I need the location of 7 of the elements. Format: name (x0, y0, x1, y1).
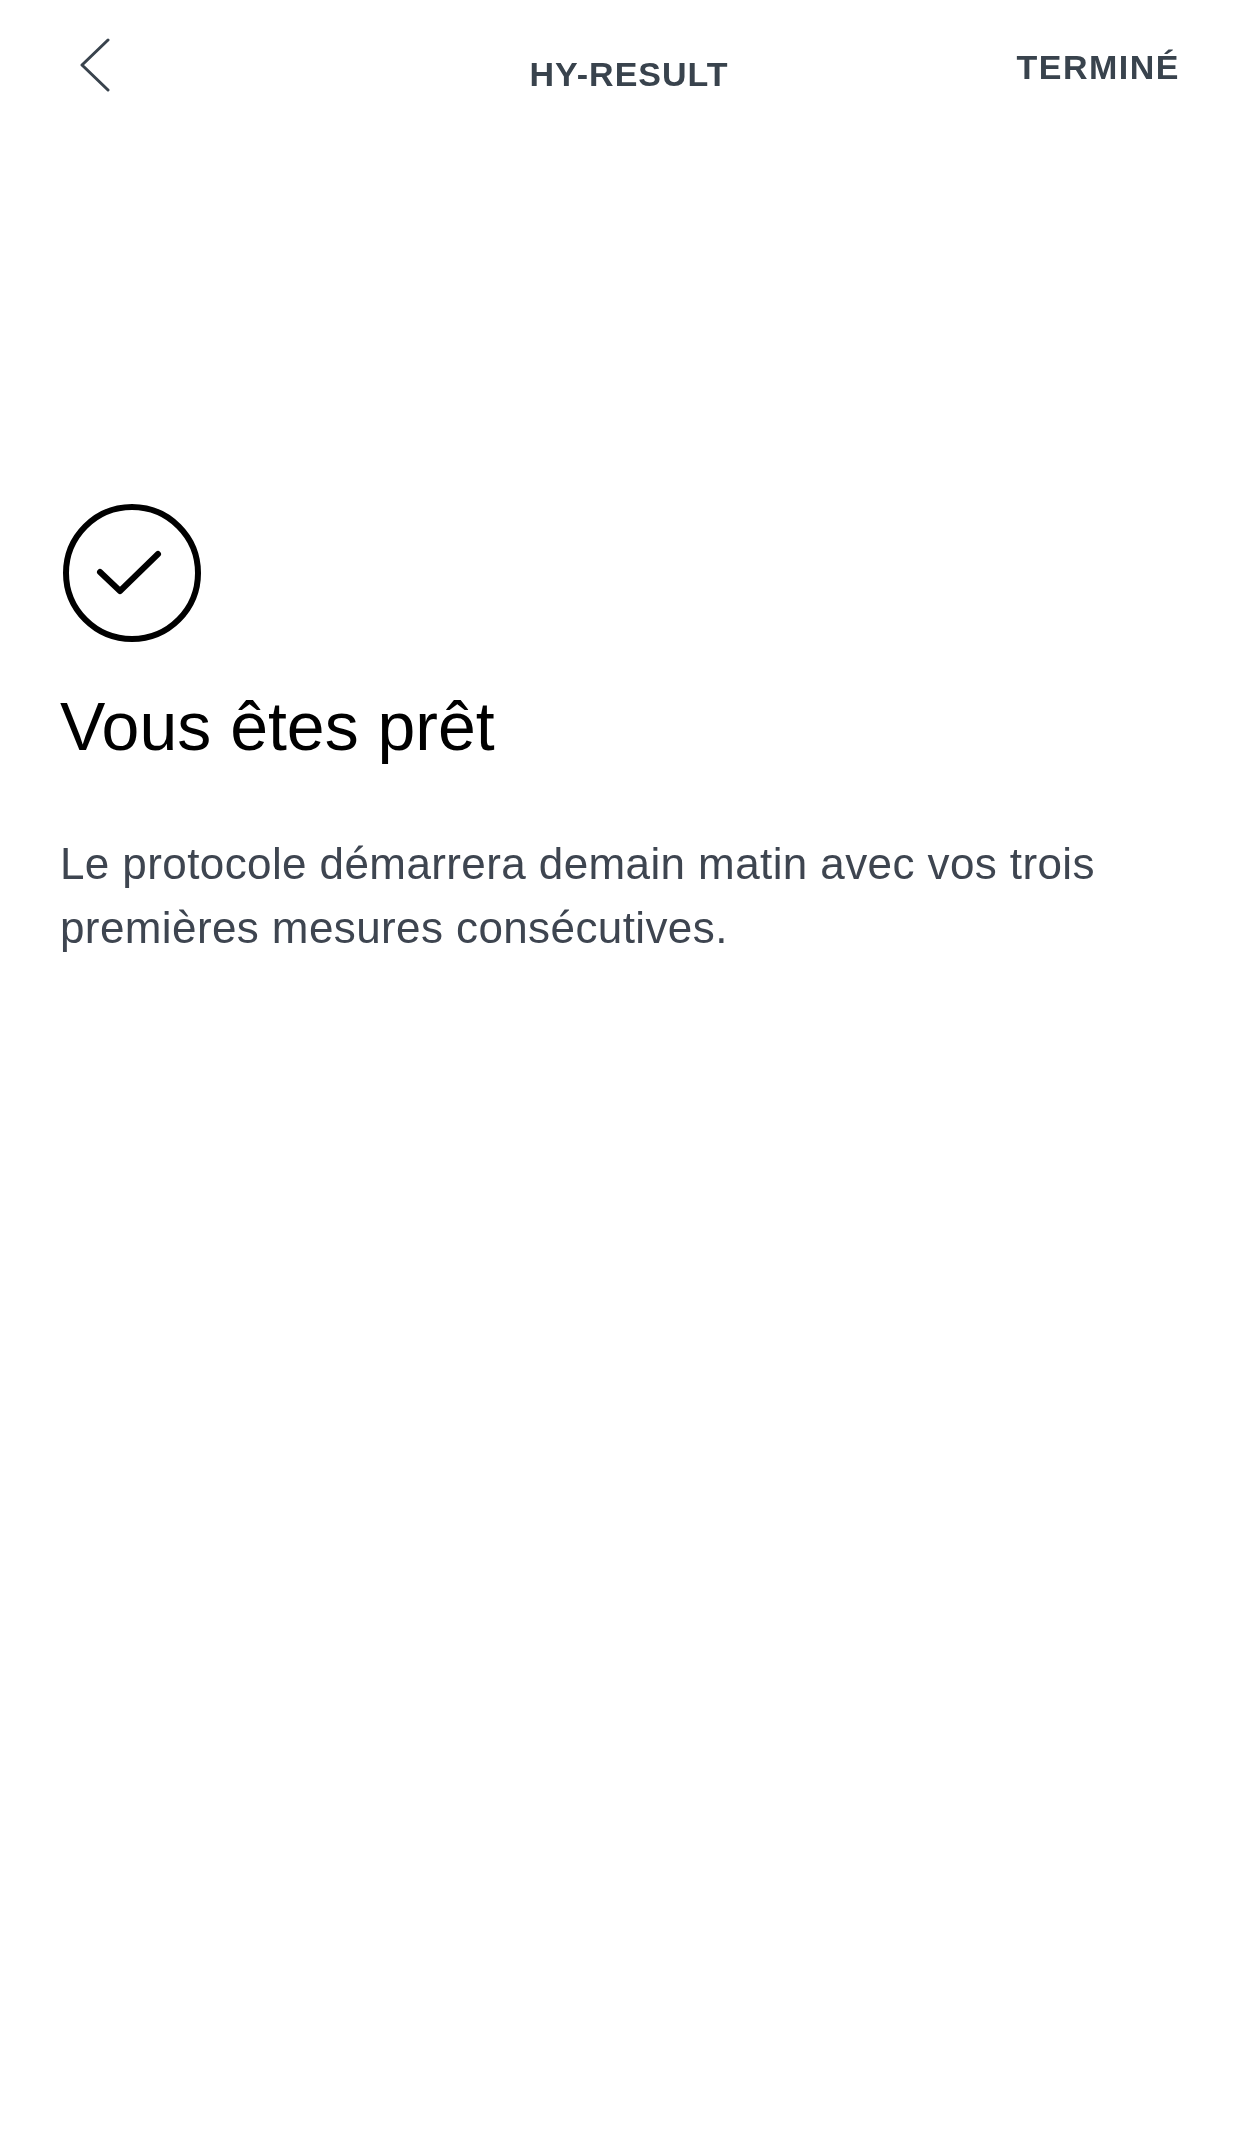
screen-title: HY-RESULT (529, 53, 729, 94)
heading: Vous êtes prêt (60, 687, 495, 766)
back-button[interactable] (78, 36, 112, 94)
description-text: Le protocole démarrera demain matin avec vos trois premières mesures consécutives. (60, 838, 1096, 954)
done-button[interactable]: TERMINÉ (1016, 47, 1180, 87)
check-circle-icon (63, 504, 201, 642)
back-chevron-icon (80, 38, 110, 92)
